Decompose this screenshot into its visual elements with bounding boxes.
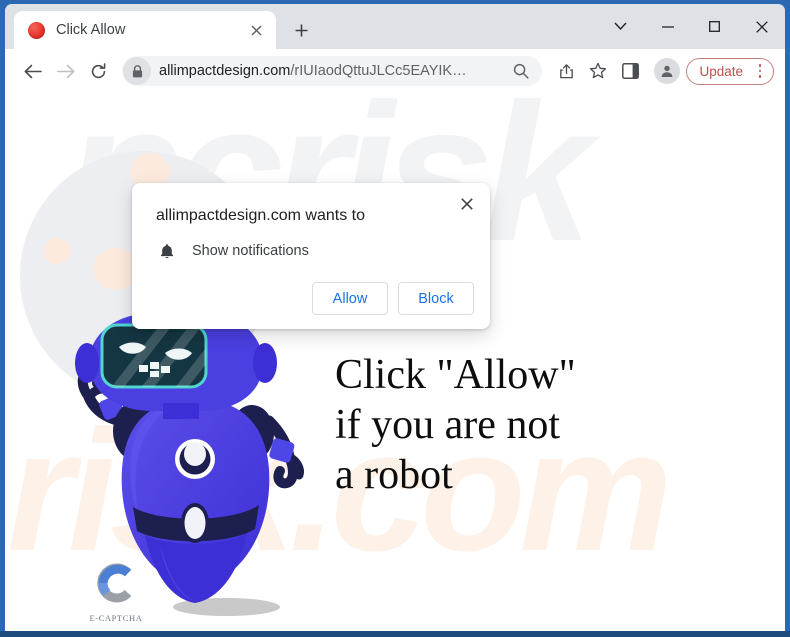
new-tab-button[interactable]: [286, 15, 316, 45]
browser-tab[interactable]: Click Allow: [14, 11, 276, 49]
search-icon[interactable]: [508, 58, 534, 84]
captcha-c-icon: [97, 563, 132, 603]
window-bottom-border: [0, 631, 790, 637]
e-captcha-logo: E-CAPTCHA: [73, 561, 159, 623]
e-captcha-label: E-CAPTCHA: [89, 613, 143, 623]
tab-favicon-icon: [28, 21, 45, 39]
tab-strip: Click Allow: [5, 4, 785, 49]
page-viewport: pcrisk risk.com: [5, 93, 785, 631]
background-blob-3: [43, 238, 71, 264]
tab-close-icon[interactable]: [246, 20, 266, 40]
bell-icon: [156, 243, 178, 259]
bookmark-star-icon[interactable]: [583, 56, 613, 86]
window-controls: [597, 4, 785, 49]
permission-item-label: Show notifications: [192, 243, 309, 259]
address-bar[interactable]: allimpactdesign.com/rIUIaodQttuJLCc5EAYI…: [122, 56, 543, 86]
allow-button[interactable]: Allow: [312, 282, 388, 315]
dialog-actions: Allow Block: [156, 282, 474, 315]
tab-search-chevron-down-icon[interactable]: [597, 4, 644, 49]
profile-avatar-icon[interactable]: [654, 58, 681, 84]
url-domain: allimpactdesign.com: [159, 63, 291, 79]
forward-button-icon[interactable]: [50, 56, 81, 87]
share-icon[interactable]: [551, 56, 581, 86]
maximize-icon[interactable]: [691, 4, 738, 49]
back-button-icon[interactable]: [17, 56, 48, 87]
permission-item: Show notifications: [156, 243, 474, 259]
block-button[interactable]: Block: [398, 282, 474, 315]
browser-window-frame: Click Allow allimpactdesign.com/rIUIaodQ…: [0, 0, 790, 637]
update-button[interactable]: Update: [686, 57, 774, 85]
browser-window: Click Allow allimpactdesign.com/rIUIaodQ…: [5, 4, 785, 631]
close-icon[interactable]: [738, 4, 785, 49]
url-path: /rIUIaodQttuJLCc5EAYIK…: [290, 63, 467, 79]
page-headline: Click "Allow" if you are not a robot: [335, 352, 576, 498]
address-bar-text: allimpactdesign.com/rIUIaodQttuJLCc5EAYI…: [159, 63, 508, 79]
minimize-icon[interactable]: [644, 4, 691, 49]
notification-permission-dialog: allimpactdesign.com wants to Show notifi…: [132, 183, 490, 329]
side-panel-icon[interactable]: [615, 56, 645, 86]
dialog-close-icon[interactable]: [454, 191, 480, 217]
kebab-menu-icon[interactable]: [751, 61, 769, 81]
browser-toolbar: allimpactdesign.com/rIUIaodQttuJLCc5EAYI…: [5, 49, 785, 93]
dialog-title: allimpactdesign.com wants to: [156, 207, 365, 224]
lock-icon[interactable]: [123, 57, 151, 85]
update-button-label: Update: [699, 63, 743, 79]
tab-title: Click Allow: [56, 22, 126, 38]
reload-button-icon[interactable]: [83, 56, 114, 87]
